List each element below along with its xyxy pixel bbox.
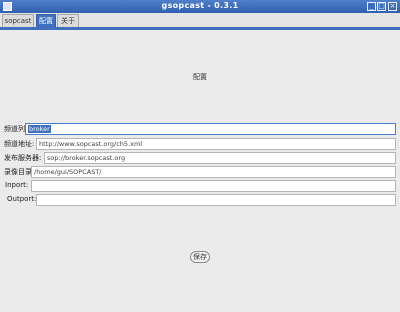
- inport-input[interactable]: [31, 180, 396, 192]
- window-title: gsopcast - 0.3.1: [161, 1, 239, 10]
- record-dir-label: 录像目录:: [4, 168, 35, 176]
- save-button[interactable]: 保存: [190, 251, 210, 263]
- publish-server-label: 发布服务器:: [4, 154, 42, 162]
- channel-url-input[interactable]: http://www.sopcast.org/ch5.xml: [36, 138, 396, 150]
- inport-label: Inport:: [5, 181, 29, 189]
- record-dir-input[interactable]: /home/gui/SOPCAST/: [31, 166, 396, 178]
- publish-server-row: 发布服务器: sop://broker.sopcast.org: [4, 152, 396, 164]
- inport-row: Inport:: [4, 180, 396, 192]
- close-button[interactable]: ×: [388, 2, 397, 11]
- window-titlebar[interactable]: gsopcast - 0.3.1 _ □ ×: [0, 0, 400, 13]
- outport-input[interactable]: [36, 194, 396, 206]
- minimize-button[interactable]: _: [367, 2, 376, 11]
- tab-settings[interactable]: 配置: [36, 14, 56, 27]
- channel-url-row: 频道地址: http://www.sopcast.org/ch5.xml: [4, 138, 396, 150]
- tab-sopcast[interactable]: sopcast: [2, 14, 34, 27]
- channel-list-input[interactable]: broker: [25, 123, 396, 135]
- maximize-button[interactable]: □: [377, 2, 386, 11]
- channel-list-row: 频道列表 broker: [4, 123, 396, 135]
- channel-url-label: 频道地址:: [4, 140, 35, 148]
- record-dir-row: 录像目录: /home/gui/SOPCAST/: [4, 166, 396, 178]
- tab-bar: sopcast 配置 关于: [0, 13, 400, 28]
- outport-label: Outport:: [7, 195, 37, 203]
- tab-about[interactable]: 关于: [57, 14, 79, 27]
- channel-list-value: broker: [28, 125, 51, 133]
- publish-server-input[interactable]: sop://broker.sopcast.org: [44, 152, 396, 164]
- outport-row: Outport:: [4, 194, 396, 206]
- settings-status-label: 配置: [193, 73, 207, 81]
